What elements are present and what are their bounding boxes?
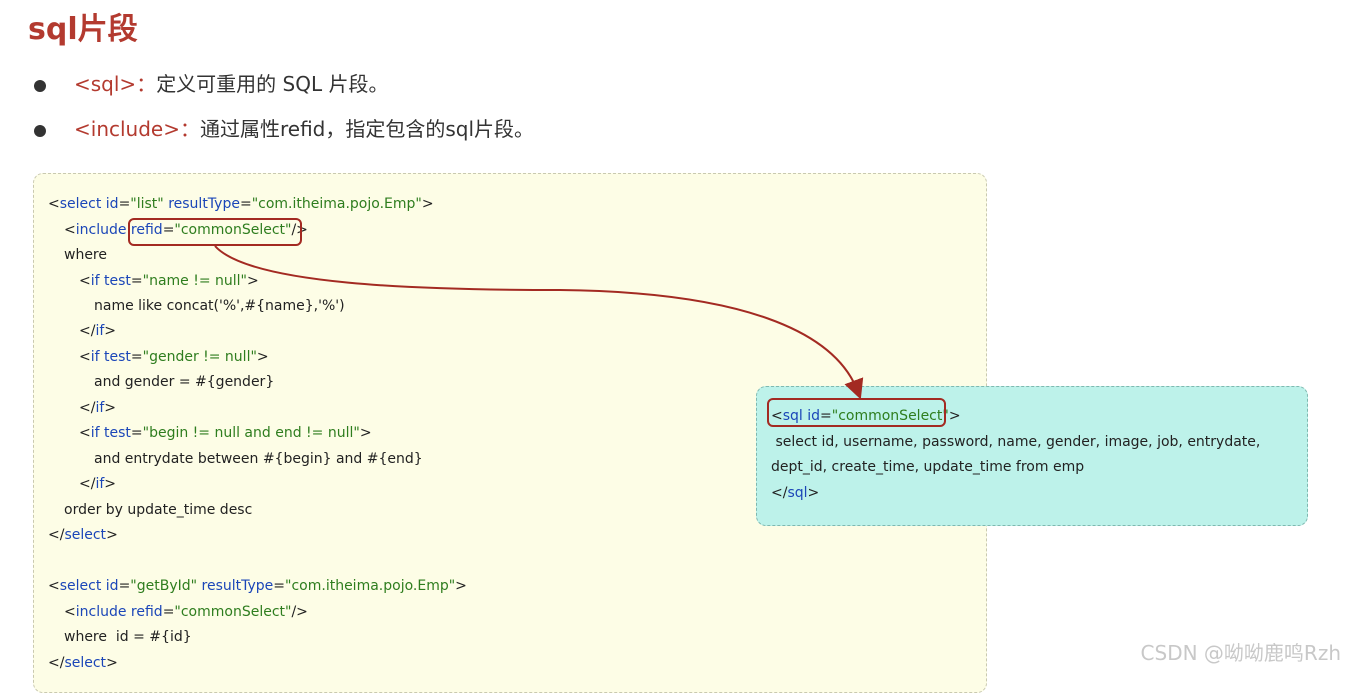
watermark: CSDN @呦呦鹿鸣Rzh xyxy=(1140,641,1341,665)
reference-arrow xyxy=(214,245,864,400)
